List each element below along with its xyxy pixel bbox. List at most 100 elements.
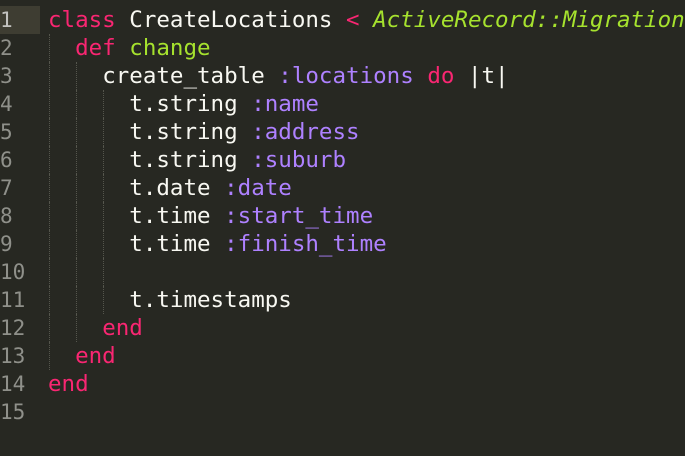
indent-guide <box>76 258 78 286</box>
line-number: 2 <box>0 36 13 60</box>
indent-guide <box>76 90 78 118</box>
code-token: ActiveRecord::Migration <box>373 7 685 33</box>
code-token: < <box>346 7 360 33</box>
line-number: 9 <box>0 232 13 256</box>
code-token: :address <box>251 119 360 145</box>
code-line[interactable]: t.string :suburb <box>48 146 685 174</box>
indent-guide <box>103 286 105 314</box>
indent-guide <box>76 202 78 230</box>
code-token: create_table <box>102 63 265 89</box>
line-number: 14 <box>0 372 26 396</box>
code-token: t.string <box>129 91 238 117</box>
indent-guide <box>103 146 105 174</box>
code-token: :suburb <box>251 147 347 173</box>
line-number: 7 <box>0 176 13 200</box>
indent-guide <box>49 314 50 342</box>
code-token: :finish_time <box>224 231 387 257</box>
indent-guide <box>49 90 50 118</box>
code-token: do <box>427 63 455 89</box>
line-number: 8 <box>0 204 13 228</box>
code-token: end <box>102 315 143 341</box>
code-line[interactable] <box>48 398 685 426</box>
code-area[interactable]: class CreateLocations < ActiveRecord::Mi… <box>48 6 685 426</box>
code-line[interactable]: end <box>48 342 685 370</box>
line-number-gutter: 1 2 3 4 5 6 7 8 9 10 11 12 13 14 15 <box>0 6 40 426</box>
code-line[interactable]: t.time :finish_time <box>48 230 685 258</box>
indent-guide <box>76 118 78 146</box>
indent-guide <box>49 230 50 258</box>
indent-guide <box>49 342 50 370</box>
indent-guide <box>103 202 105 230</box>
indent-guide <box>103 118 105 146</box>
code-line[interactable]: t.date :date <box>48 174 685 202</box>
code-token: change <box>129 35 211 61</box>
code-token: |t| <box>467 63 509 89</box>
indent-guide <box>49 34 50 62</box>
line-number: 3 <box>0 64 13 88</box>
indent-guide <box>76 62 78 90</box>
code-token: end <box>48 371 89 397</box>
code-token: t.string <box>129 147 238 173</box>
code-token: t.timestamps <box>129 287 292 313</box>
line-number: 12 <box>0 316 26 340</box>
code-line[interactable]: def change <box>48 34 685 62</box>
indent-guide <box>103 90 105 118</box>
line-number: 15 <box>0 400 26 424</box>
code-token: end <box>75 343 116 369</box>
line-number: 4 <box>0 92 13 116</box>
code-line[interactable]: class CreateLocations < ActiveRecord::Mi… <box>48 6 685 34</box>
code-token: :start_time <box>224 203 374 229</box>
indent-guide <box>76 174 78 202</box>
code-editor[interactable]: 1 2 3 4 5 6 7 8 9 10 11 12 13 14 15 class CreateLocati… <box>0 0 685 456</box>
indent-guide <box>49 62 50 90</box>
code-token: :locations <box>278 63 414 89</box>
line-number: 10 <box>0 260 26 284</box>
indent-guide <box>103 230 105 258</box>
indent-guide <box>49 202 50 230</box>
code-line[interactable]: end <box>48 370 685 398</box>
indent-guide <box>76 286 78 314</box>
indent-guide <box>49 258 50 286</box>
code-token: t.time <box>129 231 211 257</box>
line-number: 13 <box>0 344 26 368</box>
line-number: 11 <box>0 288 26 312</box>
line-number: 6 <box>0 148 13 172</box>
code-token: :date <box>224 175 292 201</box>
code-line[interactable]: create_table :locations do |t| <box>48 62 685 90</box>
code-token: t.date <box>129 175 211 201</box>
code-line[interactable]: t.timestamps <box>48 286 685 314</box>
code-line[interactable]: t.string :name <box>48 90 685 118</box>
indent-guide <box>76 146 78 174</box>
code-token: :name <box>251 91 319 117</box>
code-line[interactable] <box>48 258 685 286</box>
code-line[interactable]: end <box>48 314 685 342</box>
indent-guide <box>103 174 105 202</box>
code-token: CreateLocations <box>129 7 333 33</box>
indent-guide <box>49 174 50 202</box>
code-token: t.string <box>129 119 238 145</box>
code-line[interactable]: t.string :address <box>48 118 685 146</box>
code-line[interactable]: t.time :start_time <box>48 202 685 230</box>
indent-guide <box>49 146 50 174</box>
indent-guide <box>49 118 50 146</box>
code-token: t.time <box>129 203 211 229</box>
